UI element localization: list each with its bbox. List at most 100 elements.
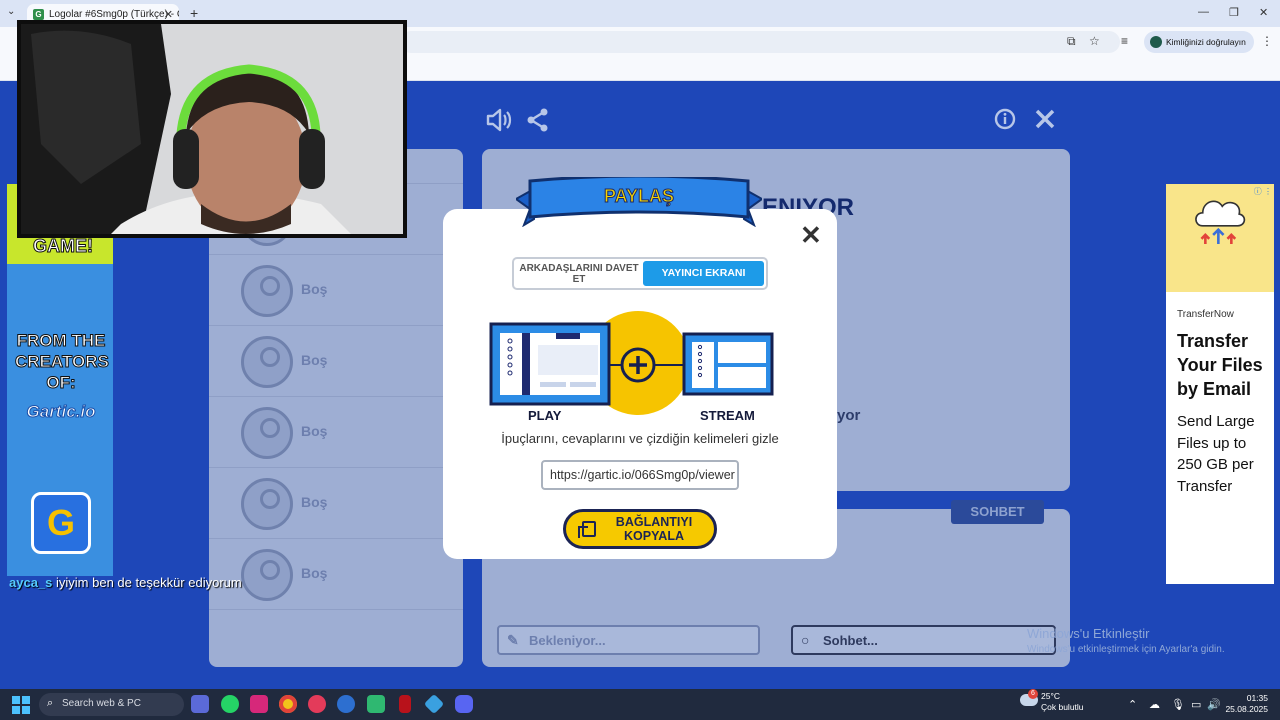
player-slot: Boş: [209, 326, 463, 397]
info-icon[interactable]: [994, 108, 1016, 130]
search-icon: ○: [801, 632, 810, 648]
minimize-icon[interactable]: —: [1198, 6, 1209, 18]
gartic-app-icon: G: [31, 492, 91, 554]
netflix-icon[interactable]: [399, 695, 411, 713]
new-tab-button[interactable]: +: [190, 5, 198, 21]
install-app-icon[interactable]: ⧉: [1067, 34, 1076, 49]
exit-icon[interactable]: [1034, 108, 1056, 130]
task-view-icon[interactable]: [191, 695, 209, 713]
tab-search-icon[interactable]: ⌄: [7, 6, 15, 17]
address-bar[interactable]: [400, 31, 1120, 53]
weather-badge: 6: [1028, 689, 1038, 699]
taskbar-clock[interactable]: 01:35 25.08.2025: [1222, 693, 1268, 715]
clock-time: 01:35: [1246, 693, 1268, 703]
user-avatar-icon: [241, 549, 293, 601]
taskbar-search[interactable]: ⌕ Search web & PC: [39, 693, 184, 716]
media-player-icon[interactable]: [308, 695, 326, 713]
copy-icon: [578, 521, 596, 538]
tab-chat[interactable]: SOHBET: [951, 500, 1044, 524]
user-avatar-icon: [241, 407, 293, 459]
clock-date: 25.08.2025: [1225, 704, 1268, 714]
cloud-upload-icon: [1195, 200, 1246, 244]
browser-menu-icon[interactable]: ⋮: [1261, 34, 1273, 48]
right-ad-banner[interactable]: ⓘ ⋮ TransferNow Transfer Your Files by E…: [1166, 184, 1274, 584]
player-name: Boş: [301, 281, 328, 297]
ad-brand: TransferNow: [1177, 309, 1234, 320]
watermark-line-2: Windows'u etkinleştirmek için Ayarlar'a …: [1027, 644, 1225, 655]
search-icon: ⌕: [47, 697, 54, 709]
ad-body: Send Large Files up to 250 GB per Transf…: [1177, 413, 1255, 495]
taskbar-search-placeholder: Search web & PC: [62, 698, 141, 709]
modal-close-icon[interactable]: ✕: [800, 222, 822, 248]
whatsapp-icon[interactable]: [221, 695, 239, 713]
answer-input-placeholder: Bekleniyor...: [529, 633, 606, 648]
stream-chat-message: ayca_s iyiyim ben de teşekkür ediyorum: [9, 575, 242, 590]
steam-icon[interactable]: [337, 695, 355, 713]
player-name: Boş: [301, 565, 328, 581]
sound-icon[interactable]: [486, 108, 512, 132]
media-controls-icon[interactable]: ≡: [1121, 34, 1128, 48]
player-name: Boş: [301, 494, 328, 510]
microphone-icon[interactable]: 🎙: [1171, 698, 1185, 711]
ad-game-text: GAME!: [33, 236, 94, 257]
avatar: [1150, 36, 1162, 48]
windows-activation-watermark: Windows'u Etkinleştir Windows'u etkinleş…: [1027, 626, 1225, 655]
player-slot: Boş: [209, 468, 463, 539]
player-name: Boş: [301, 352, 328, 368]
watermark-line-1: Windows'u Etkinleştir: [1027, 626, 1150, 641]
player-slot: Boş: [209, 539, 463, 610]
player-name: Boş: [301, 423, 328, 439]
main-subtext: yor: [837, 407, 861, 424]
weather-desc: Çok bulutlu: [1041, 702, 1084, 712]
bookmark-star-icon[interactable]: ☆: [1089, 34, 1100, 48]
onedrive-icon[interactable]: ☁: [1149, 698, 1160, 711]
chat-username: ayca_s: [9, 575, 53, 590]
share-icon[interactable]: [526, 108, 550, 132]
app-icon[interactable]: [367, 695, 385, 713]
play-stream-illustration: [489, 311, 774, 415]
answer-input[interactable]: ✎ Bekleniyor...: [497, 625, 760, 655]
user-avatar-icon: [241, 265, 293, 317]
ad-cloud-graphic: [1166, 184, 1274, 292]
windows-taskbar: ⌕ Search web & PC 6 25°C Çok bulutlu ⌃ ☁…: [0, 689, 1280, 720]
restore-icon[interactable]: ❐: [1229, 6, 1239, 19]
webcam-overlay: [17, 20, 407, 238]
player-slot: Boş: [209, 255, 463, 326]
label-play: PLAY: [528, 408, 562, 423]
tab-invite-friends[interactable]: ARKADAŞLARINI DAVET ET: [516, 261, 642, 286]
start-windows-icon[interactable]: [12, 696, 30, 714]
volume-icon[interactable]: 🔊: [1207, 698, 1221, 711]
copy-link-button[interactable]: BAĞLANTIYI KOPYALA: [563, 509, 717, 549]
streamer-video: [21, 24, 403, 234]
tab-streamer-screen[interactable]: YAYINCI EKRANI: [643, 261, 764, 286]
window-close-icon[interactable]: ✕: [1259, 6, 1268, 19]
user-avatar-icon: [241, 478, 293, 530]
gartic-favicon-icon: G: [33, 9, 44, 20]
pencil-icon: ✎: [507, 632, 519, 648]
weather-temp: 25°C: [1041, 691, 1060, 701]
profile-chip[interactable]: Kimliğinizi doğrulayın: [1144, 31, 1254, 53]
label-stream: STREAM: [700, 408, 755, 423]
instagram-icon[interactable]: [250, 695, 268, 713]
ad-choices-icon[interactable]: ⓘ ⋮: [1254, 186, 1272, 197]
hide-hint-text: İpuçlarını, cevaplarını ve çizdiğin keli…: [501, 431, 779, 446]
share-tabs: ARKADAŞLARINI DAVET ET YAYINCI EKRANI: [512, 257, 768, 290]
tab-title: Logolar #6Smg0p (Türkçe) - Ga: [49, 9, 179, 20]
weather-widget[interactable]: 6 25°C Çok bulutlu: [1020, 689, 1084, 713]
vpn-icon[interactable]: [423, 693, 445, 715]
share-url-field[interactable]: https://gartic.io/066Smg0p/viewer: [541, 460, 739, 490]
ad-creators-text: FROM THE CREATORS OF:: [15, 331, 110, 393]
copy-link-label: BAĞLANTIYI KOPYALA: [615, 515, 693, 543]
chat-text: iyiyim ben de teşekkür ediyorum: [56, 575, 242, 590]
tray-chevron-up-icon[interactable]: ⌃: [1128, 698, 1137, 711]
modal-title: PAYLAŞ: [603, 186, 675, 207]
profile-chip-label: Kimliğinizi doğrulayın: [1166, 37, 1246, 47]
ad-headline: Transfer Your Files by Email: [1177, 331, 1263, 399]
chrome-icon[interactable]: [279, 695, 297, 713]
player-slot: Boş: [209, 397, 463, 468]
chat-input[interactable]: ○ Sohbet...: [791, 625, 1056, 655]
chat-input-placeholder: Sohbet...: [823, 633, 878, 648]
discord-icon[interactable]: [455, 695, 473, 713]
left-ad-banner[interactable]: GAME! FROM THE CREATORS OF: Gartic.io G: [7, 184, 113, 576]
display-icon[interactable]: ▭: [1191, 698, 1201, 711]
